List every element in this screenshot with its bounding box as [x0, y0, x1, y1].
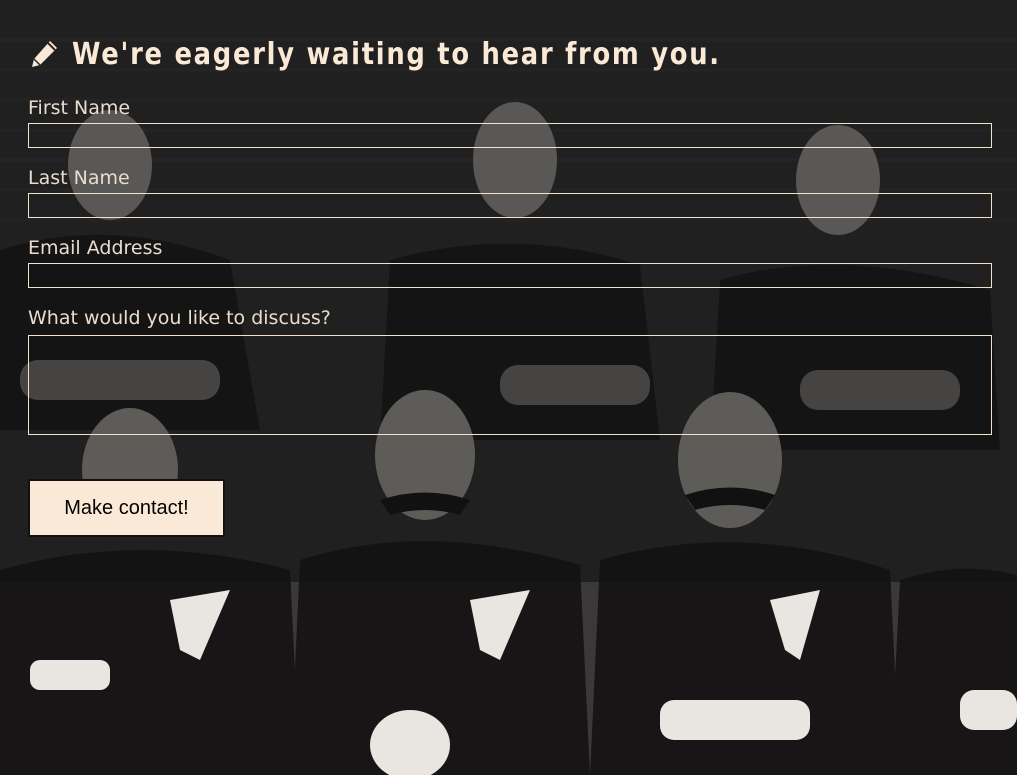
first-name-input[interactable] [28, 123, 992, 148]
message-group: What would you like to discuss? [28, 303, 992, 435]
pencil-icon [32, 41, 57, 67]
form-title: We're eagerly waiting to hear from you. [72, 36, 721, 72]
first-name-group: First Name [28, 93, 992, 148]
last-name-input[interactable] [28, 193, 992, 218]
first-name-label: First Name [28, 97, 131, 119]
email-label: Email Address [28, 237, 163, 259]
make-contact-button[interactable]: Make contact! [28, 479, 225, 537]
last-name-label: Last Name [28, 167, 130, 189]
email-group: Email Address [28, 233, 992, 288]
message-textarea[interactable] [28, 335, 992, 435]
last-name-group: Last Name [28, 163, 992, 218]
contact-form: We're eagerly waiting to hear from you. … [28, 30, 992, 537]
form-heading: We're eagerly waiting to hear from you. [28, 30, 992, 78]
email-input[interactable] [28, 263, 992, 288]
message-label: What would you like to discuss? [28, 307, 331, 329]
